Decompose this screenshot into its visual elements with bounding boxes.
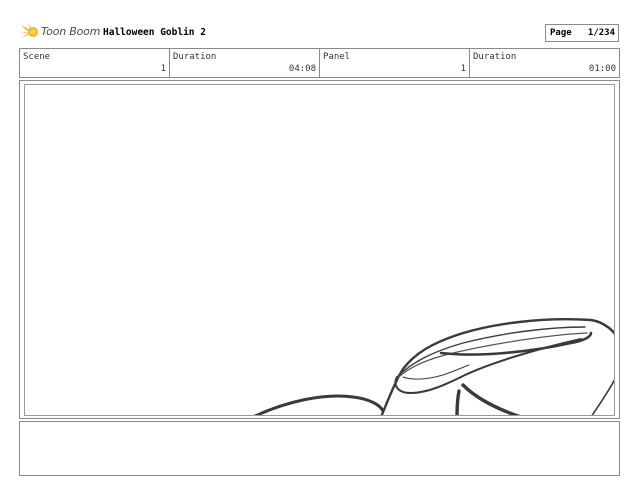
sketch-tail-right <box>591 379 614 415</box>
panel-image-frame <box>19 80 620 419</box>
project-title: Halloween Goblin 2 <box>103 27 206 38</box>
storyboard-header: Toon Boom Halloween Goblin 2 Page 1/234 <box>0 0 640 48</box>
sketch-ground-curve <box>253 394 385 415</box>
sketch-hood-top <box>394 332 588 382</box>
panel-duration-cell: Duration 01:00 <box>470 49 619 77</box>
panel-drawing-area <box>24 84 615 416</box>
scene-duration-cell: Duration 04:08 <box>170 49 320 77</box>
panel-duration-label: Duration <box>473 52 517 62</box>
sketch-chest <box>461 383 521 415</box>
panel-duration-value: 01:00 <box>588 64 616 74</box>
panel-label: Panel <box>323 52 351 62</box>
panel-notes-box <box>19 421 620 476</box>
scene-duration-label: Duration <box>173 52 217 62</box>
sketch-arm <box>455 389 461 415</box>
panel-sketch <box>253 318 614 415</box>
scene-label: Scene <box>23 52 51 62</box>
page-indicator: Page 1/234 <box>545 24 619 42</box>
page-label: Page <box>550 28 572 38</box>
scene-duration-value: 04:08 <box>288 64 316 74</box>
panel-info-bar: Scene 1 Duration 04:08 Panel 1 Duration … <box>19 48 620 78</box>
sketch-body-inner <box>396 326 586 378</box>
sketch-belly <box>439 331 593 356</box>
page-number: 1/234 <box>587 28 615 38</box>
panel-cell: Panel 1 <box>320 49 470 77</box>
toon-boom-logo: Toon Boom <box>20 23 102 43</box>
scene-cell: Scene 1 <box>20 49 170 77</box>
scene-number: 1 <box>160 64 166 74</box>
panel-number: 1 <box>460 64 466 74</box>
brand-name: Toon Boom <box>41 25 101 38</box>
toon-boom-starburst-icon <box>20 23 38 38</box>
